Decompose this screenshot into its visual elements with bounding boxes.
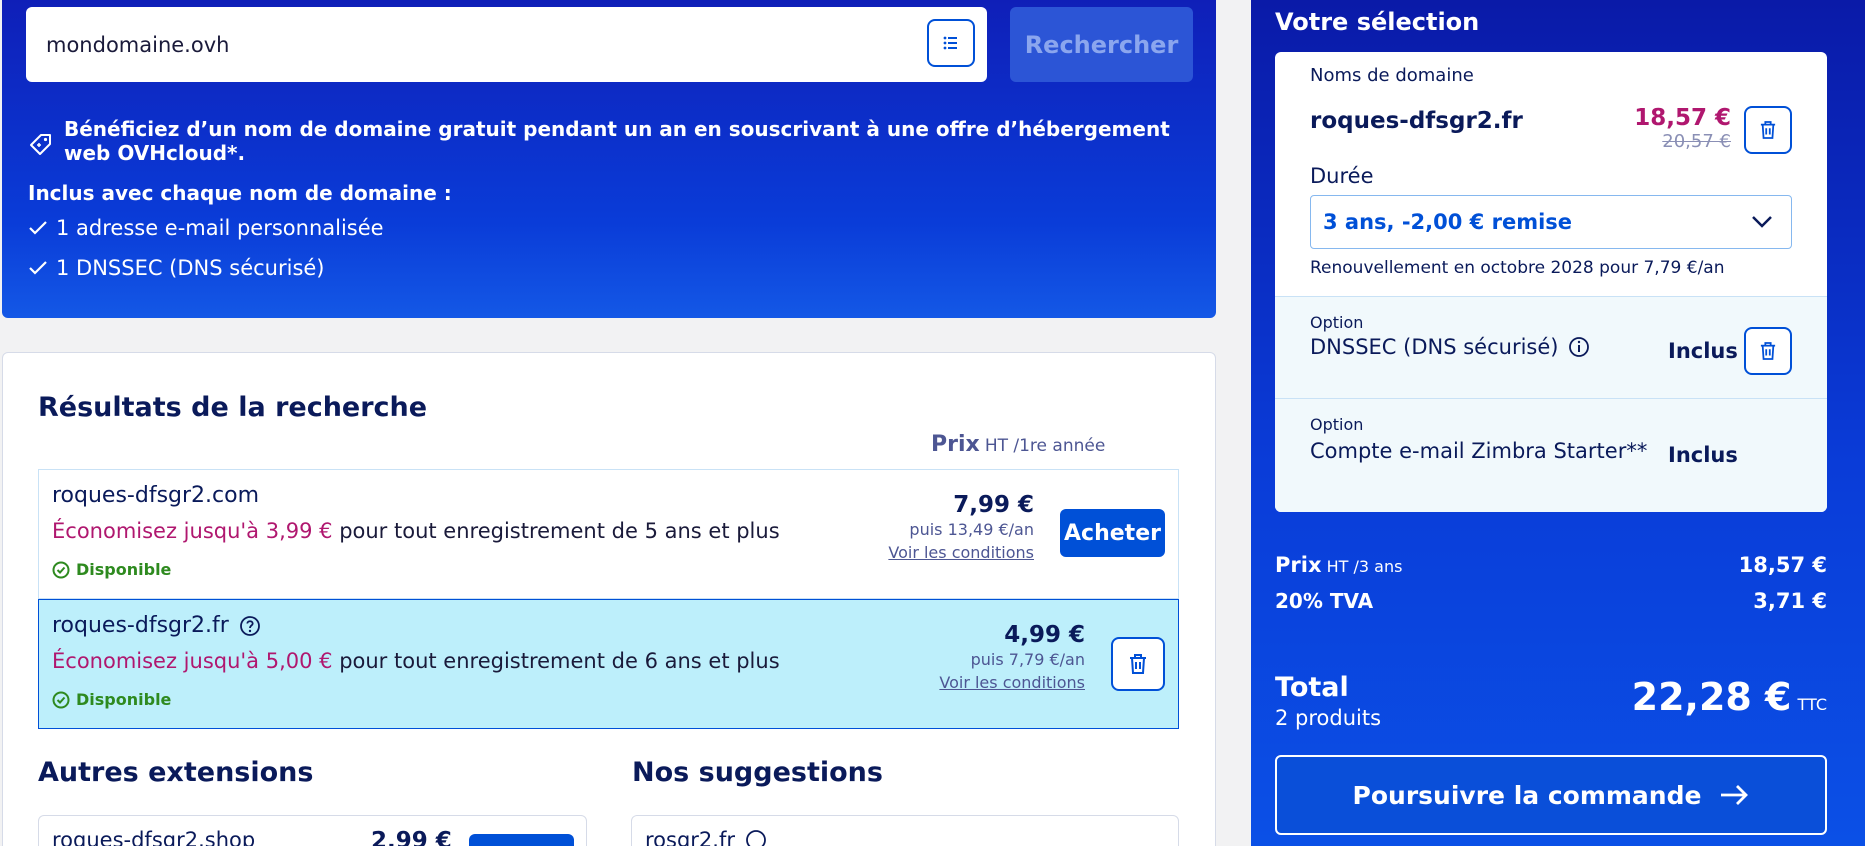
list-icon (943, 36, 957, 50)
remove-domain-button[interactable] (1744, 106, 1792, 154)
check-circle-icon (52, 691, 70, 708)
total-price: 22,28 € TTC (1631, 675, 1827, 719)
search-box (26, 7, 987, 82)
availability-badge: Disponible (52, 560, 171, 579)
info-icon[interactable] (1568, 336, 1590, 358)
availability-badge: Disponible (52, 690, 171, 709)
check-circle-icon (52, 561, 70, 578)
chevron-down-icon (1752, 216, 1772, 228)
result-row-selected: roques-dfsgr2.fr Économisez jusqu'à 5,00… (38, 599, 1179, 729)
conditions-link[interactable]: Voir les conditions (888, 543, 1034, 562)
promo-text: Bénéficiez d’un nom de domaine gratuit p… (64, 117, 1170, 165)
included-title: Inclus avec chaque nom de domaine : (28, 181, 452, 205)
product-count: 2 produits (1275, 706, 1382, 730)
selected-domain: roques-dfsgr2.fr (1310, 108, 1523, 134)
help-icon[interactable] (239, 615, 261, 637)
remove-option-button[interactable] (1744, 327, 1792, 375)
included-item: 1 DNSSEC (DNS sécurisé) (28, 256, 325, 280)
duration-select[interactable]: 3 ans, -2,00 € remise (1310, 195, 1792, 249)
trash-icon (1130, 654, 1146, 674)
remove-button[interactable] (1111, 637, 1165, 691)
promo-banner: Bénéficiez d’un nom de domaine gratuit p… (28, 117, 1198, 165)
other-extensions-title: Autres extensions (38, 757, 314, 788)
price-summary-row: Prix HT /3 ans 18,57 € (1275, 553, 1827, 577)
help-icon[interactable] (745, 829, 767, 846)
search-input[interactable] (46, 27, 846, 63)
old-price: 20,57 € (1662, 131, 1731, 152)
result-savings: Économisez jusqu'à 3,99 € pour tout enre… (52, 519, 780, 543)
option-row: Option Compte e-mail Zimbra Starter** In… (1275, 398, 1827, 512)
check-icon (29, 221, 47, 235)
duration-label: Durée (1310, 164, 1374, 188)
suggestion-card: rosgr2.fr (631, 815, 1179, 846)
search-button[interactable]: Rechercher (1010, 7, 1193, 82)
option-row: Option DNSSEC (DNS sécurisé) Inclus (1275, 296, 1827, 398)
domains-label: Noms de domaine (1310, 65, 1474, 86)
conditions-link[interactable]: Voir les conditions (939, 673, 1085, 692)
result-domain: roques-dfsgr2.com (52, 483, 260, 508)
renewal-note: Renouvellement en octobre 2028 pour 7,79… (1310, 258, 1725, 278)
selection-title: Votre sélection (1275, 8, 1480, 36)
trash-icon (1760, 342, 1776, 360)
bulk-list-button[interactable] (927, 19, 975, 67)
results-title: Résultats de la recherche (38, 392, 428, 423)
option-status: Inclus (1668, 443, 1738, 467)
option-name: DNSSEC (DNS sécurisé) (1310, 335, 1559, 359)
extension-price: 2,99 € (371, 828, 452, 846)
continue-order-button[interactable]: Poursuivre la commande (1275, 755, 1827, 835)
price-column-header: Prix HT /1re année (931, 432, 1106, 457)
arrow-right-icon (1721, 785, 1749, 805)
suggestions-title: Nos suggestions (632, 757, 883, 788)
buy-button[interactable]: Acheter (1060, 509, 1165, 557)
option-name: Compte e-mail Zimbra Starter** (1310, 439, 1648, 463)
result-savings: Économisez jusqu'à 5,00 € pour tout enre… (52, 649, 780, 673)
trash-icon (1760, 121, 1776, 139)
search-hero-panel: Rechercher Bénéficiez d’un nom de domain… (2, 0, 1216, 318)
check-icon (29, 261, 47, 275)
total-label: Total (1275, 672, 1349, 703)
extension-buy-button[interactable] (469, 834, 574, 846)
result-price: 4,99 € puis 7,79 €/an Voir les condition… (939, 622, 1085, 692)
option-status: Inclus (1668, 339, 1738, 363)
selected-price: 18,57 € 20,57 € (1634, 105, 1731, 152)
selection-card: Noms de domaine roques-dfsgr2.fr 18,57 €… (1275, 52, 1827, 512)
result-domain: roques-dfsgr2.fr (52, 613, 261, 638)
extension-card: roques-dfsgr2.shop 2,99 € (38, 815, 587, 846)
result-row: roques-dfsgr2.com Économisez jusqu'à 3,9… (38, 469, 1179, 599)
tag-icon (30, 134, 51, 155)
included-item: 1 adresse e-mail personnalisée (28, 216, 384, 240)
result-price: 7,99 € puis 13,49 €/an Voir les conditio… (888, 492, 1034, 562)
tva-row: 20% TVA 3,71 € (1275, 589, 1827, 613)
